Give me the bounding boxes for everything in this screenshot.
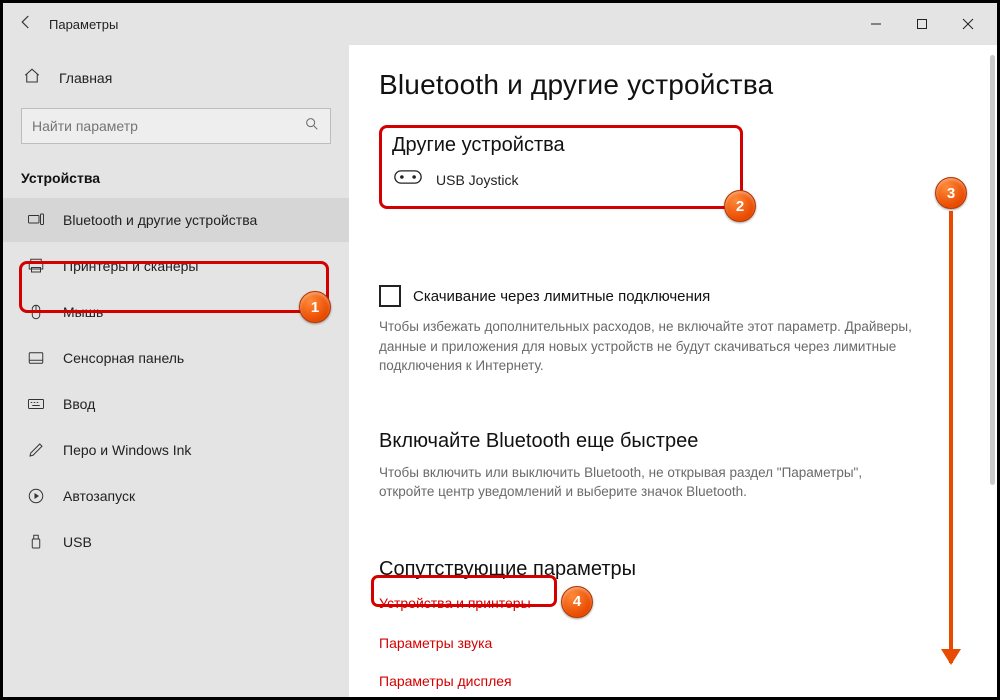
metered-label: Скачивание через лимитные подключения bbox=[413, 288, 710, 305]
gamepad-icon bbox=[394, 167, 422, 192]
annotation-badge-3: 3 bbox=[935, 177, 967, 209]
annotation-arrow bbox=[949, 211, 953, 663]
sidebar-item-label: USB bbox=[63, 534, 92, 550]
sidebar-item-label: Принтеры и сканеры bbox=[63, 258, 198, 274]
touchpad-icon bbox=[25, 349, 47, 367]
sidebar-item-label: Автозапуск bbox=[63, 488, 135, 504]
sidebar-home[interactable]: Главная bbox=[3, 61, 349, 94]
search-box[interactable] bbox=[21, 108, 331, 144]
devices-icon bbox=[25, 211, 47, 229]
autoplay-icon bbox=[25, 487, 47, 505]
sidebar-item-bluetooth[interactable]: Bluetooth и другие устройства bbox=[3, 198, 349, 242]
sidebar-item-typing[interactable]: Ввод bbox=[3, 382, 349, 426]
sidebar-item-label: Мышь bbox=[63, 304, 103, 320]
back-button[interactable] bbox=[9, 13, 43, 36]
metered-checkbox[interactable] bbox=[379, 285, 401, 307]
device-name: USB Joystick bbox=[436, 172, 518, 188]
sidebar-item-mouse[interactable]: Мышь bbox=[3, 290, 349, 334]
link-sound-settings[interactable]: Параметры звука bbox=[379, 635, 967, 651]
search-icon bbox=[304, 116, 320, 136]
window-title: Параметры bbox=[49, 17, 118, 32]
bt-faster-description: Чтобы включить или выключить Bluetooth, … bbox=[379, 463, 919, 502]
usb-icon bbox=[25, 533, 47, 551]
main-content: Bluetooth и другие устройства Другие уст… bbox=[349, 45, 997, 697]
window-controls bbox=[853, 8, 991, 40]
sidebar-item-label: Перо и Windows Ink bbox=[63, 442, 191, 458]
search-input[interactable] bbox=[32, 118, 304, 134]
annotation-badge-4: 4 bbox=[561, 586, 593, 618]
sidebar: Главная Устройства Bluetooth и другие ус… bbox=[3, 45, 349, 697]
maximize-button[interactable] bbox=[899, 8, 945, 40]
other-devices-section: Другие устройства USB Joystick 2 bbox=[379, 125, 743, 209]
sidebar-group-title: Устройства bbox=[3, 150, 349, 198]
sidebar-item-autoplay[interactable]: Автозапуск bbox=[3, 474, 349, 518]
sidebar-item-label: Bluetooth и другие устройства bbox=[63, 212, 257, 228]
metered-description: Чтобы избежать дополнительных расходов, … bbox=[379, 317, 919, 376]
annotation-badge-2: 2 bbox=[724, 190, 756, 222]
sidebar-item-label: Ввод bbox=[63, 396, 95, 412]
keyboard-icon bbox=[25, 395, 47, 413]
annotation-badge-1: 1 bbox=[299, 291, 331, 323]
sidebar-home-label: Главная bbox=[59, 70, 112, 86]
device-row[interactable]: USB Joystick bbox=[392, 167, 726, 192]
mouse-icon bbox=[25, 303, 47, 321]
titlebar: Параметры bbox=[3, 3, 997, 45]
printer-icon bbox=[25, 257, 47, 275]
sidebar-item-usb[interactable]: USB bbox=[3, 520, 349, 564]
related-settings-title: Сопутствующие параметры bbox=[379, 558, 967, 581]
metered-download-row[interactable]: Скачивание через лимитные подключения bbox=[379, 285, 967, 307]
scrollbar[interactable] bbox=[990, 55, 995, 485]
minimize-button[interactable] bbox=[853, 8, 899, 40]
other-devices-title: Другие устройства bbox=[392, 134, 726, 157]
bt-faster-title: Включайте Bluetooth еще быстрее bbox=[379, 430, 967, 453]
link-devices-printers[interactable]: Устройства и принтеры bbox=[379, 595, 531, 611]
home-icon bbox=[23, 67, 45, 88]
page-title: Bluetooth и другие устройства bbox=[379, 69, 967, 101]
sidebar-item-printers[interactable]: Принтеры и сканеры bbox=[3, 244, 349, 288]
link-display-settings[interactable]: Параметры дисплея bbox=[379, 673, 967, 689]
sidebar-item-pen[interactable]: Перо и Windows Ink bbox=[3, 428, 349, 472]
close-button[interactable] bbox=[945, 8, 991, 40]
sidebar-item-touchpad[interactable]: Сенсорная панель bbox=[3, 336, 349, 380]
sidebar-nav: Bluetooth и другие устройства Принтеры и… bbox=[3, 198, 349, 564]
pen-icon bbox=[25, 441, 47, 459]
sidebar-item-label: Сенсорная панель bbox=[63, 350, 184, 366]
